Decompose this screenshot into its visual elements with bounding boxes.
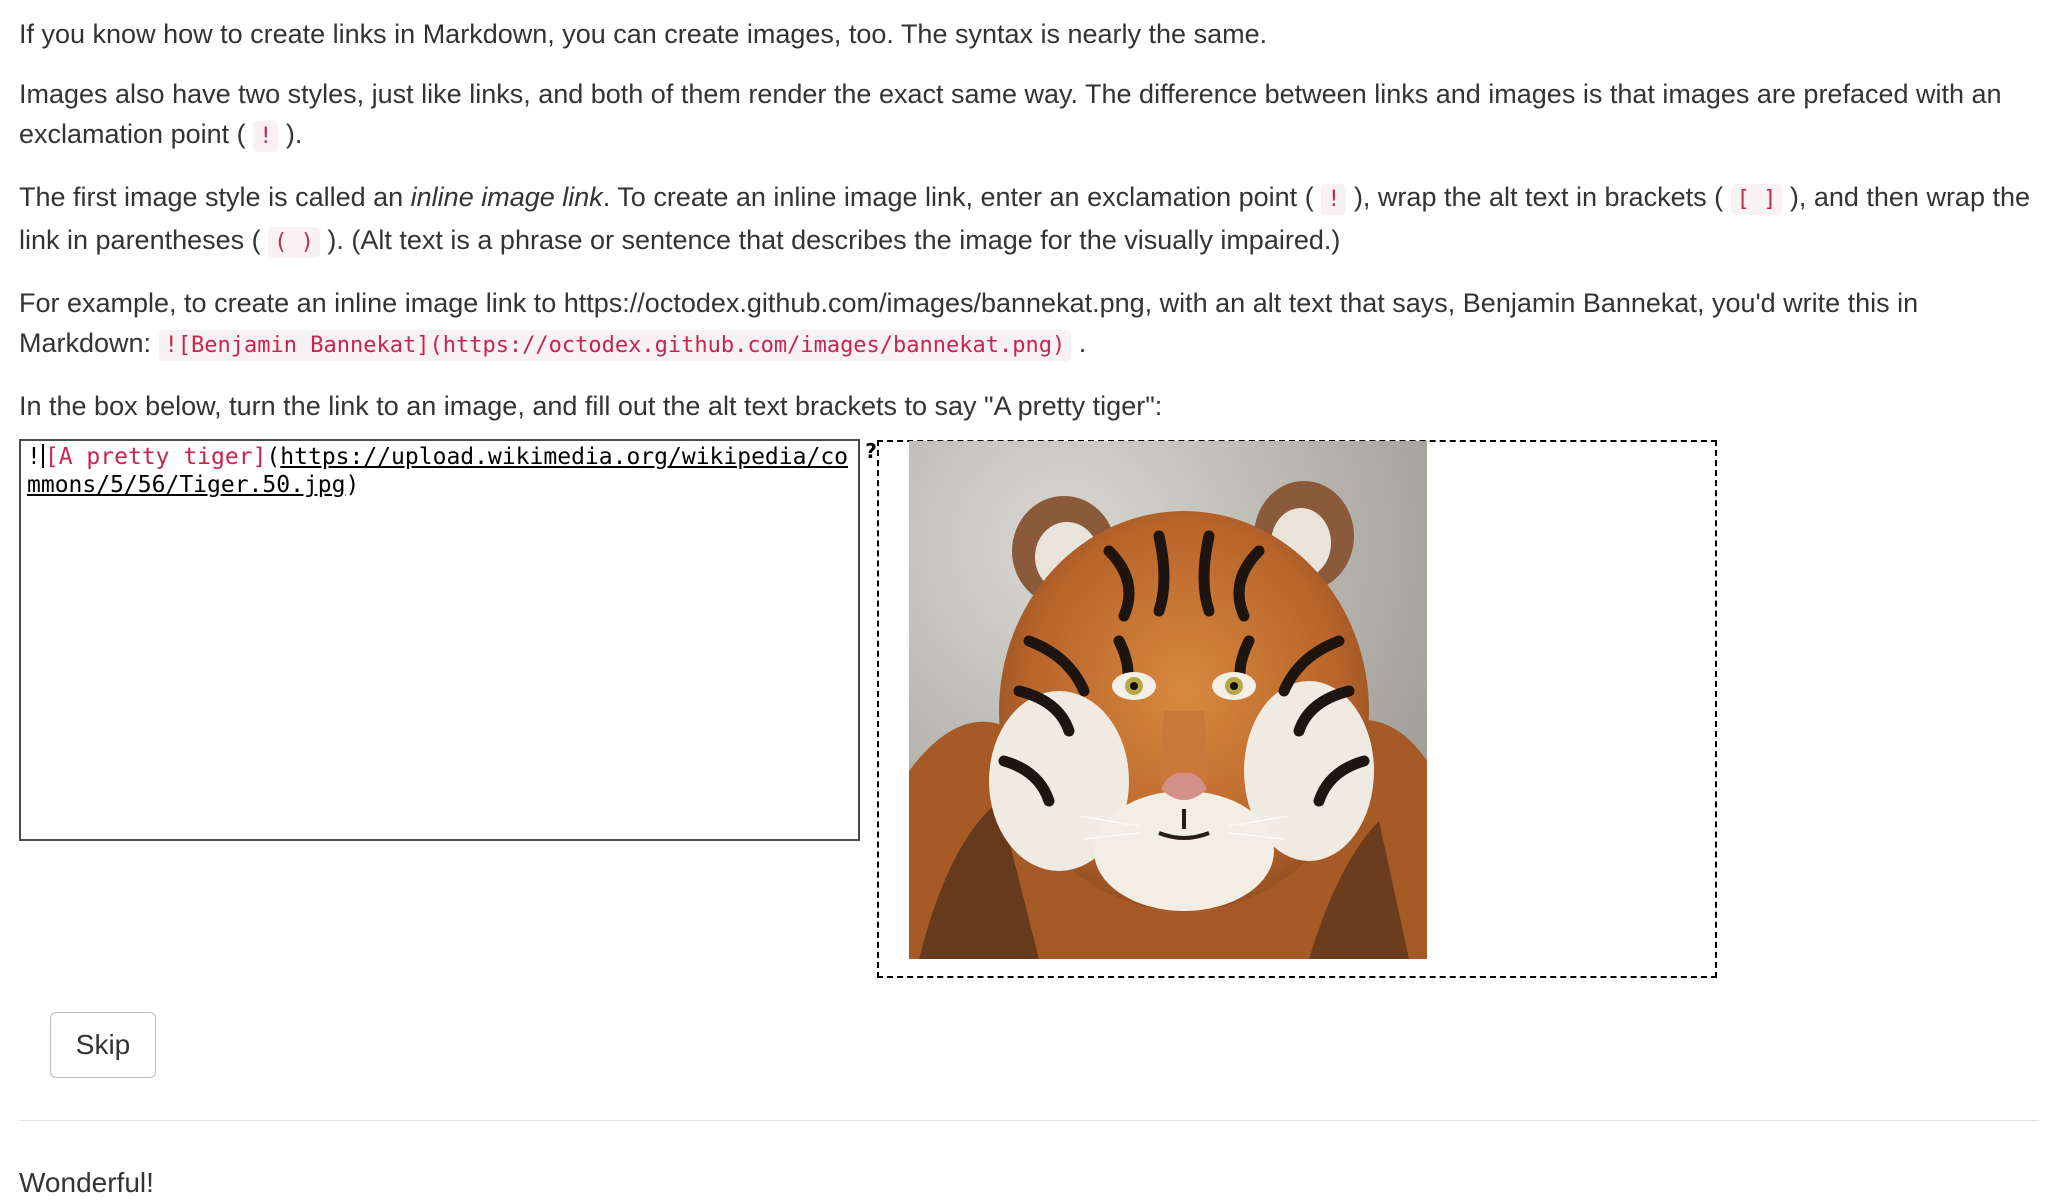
- inline-code: ( ): [268, 227, 320, 258]
- inline-code: !: [1321, 184, 1347, 215]
- tiger-photo: [909, 441, 1427, 959]
- lesson-paragraph-5: In the box below, turn the link to an im…: [19, 386, 2039, 426]
- lesson-text: ).: [278, 119, 303, 149]
- lesson-text: If you know how to create links in Markd…: [19, 19, 1268, 49]
- lesson-paragraph-3: The first image style is called an inlin…: [19, 177, 2039, 263]
- lesson-paragraph-1: If you know how to create links in Markd…: [19, 14, 2039, 54]
- divider: [19, 1120, 2039, 1121]
- editor-close-paren: ): [345, 472, 360, 498]
- broken-image-icon: ?: [865, 439, 877, 463]
- emphasis-text: inline image link: [410, 182, 603, 212]
- skip-button[interactable]: Skip: [50, 1012, 156, 1078]
- editor-bang: !: [27, 444, 41, 470]
- markdown-editor[interactable]: ! [A pretty tiger](https://upload.wikimed…: [19, 439, 860, 841]
- inline-code: !: [253, 121, 279, 152]
- lesson-text: .: [1071, 328, 1087, 358]
- lesson-content: If you know how to create links in Markd…: [19, 14, 2039, 446]
- lesson-text: ), wrap the alt text in brackets (: [1346, 182, 1731, 212]
- tiger-photo-icon: [909, 441, 1427, 959]
- editor-open-paren: (: [266, 444, 281, 470]
- lesson-text: . To create an inline image link, enter …: [602, 182, 1322, 212]
- lesson-paragraph-4: For example, to create an inline image l…: [19, 283, 2039, 366]
- lesson-text: ). (Alt text is a phrase or sentence tha…: [319, 225, 1341, 255]
- inline-code: ![Benjamin Bannekat](https://octodex.git…: [158, 330, 1072, 361]
- lesson-paragraph-2: Images also have two styles, just like l…: [19, 74, 2039, 157]
- text-cursor: [41, 444, 44, 468]
- lesson-text: Images also have two styles, just like l…: [19, 79, 2002, 149]
- result-message: Wonderful!: [19, 1167, 154, 1198]
- lesson-text: In the box below, turn the link to an im…: [19, 391, 1163, 421]
- markdown-editor-container: ! [A pretty tiger](https://upload.wikimed…: [19, 439, 860, 841]
- inline-code: [ ]: [1730, 184, 1783, 215]
- lesson-text: The first image style is called an: [19, 182, 411, 212]
- editor-alt-text: [A pretty tiger]: [44, 444, 267, 470]
